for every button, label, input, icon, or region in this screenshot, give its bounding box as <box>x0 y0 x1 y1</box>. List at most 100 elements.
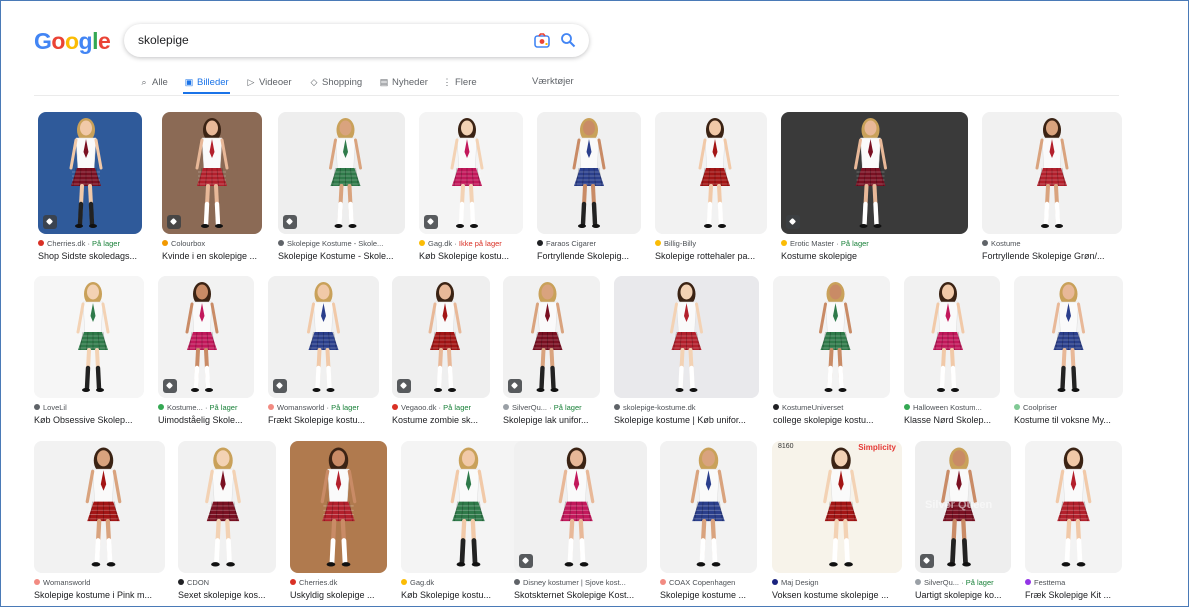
tab-all[interactable]: ⌕ Alle <box>139 75 167 89</box>
tab-images[interactable]: ▣ Billeder <box>184 75 229 89</box>
result-thumbnail[interactable] <box>268 276 379 398</box>
image-result[interactable]: Womansworld · På lager Frækt Skolepige ko… <box>268 276 379 428</box>
result-title[interactable]: Skolepige kostume ... <box>660 590 763 600</box>
result-source[interactable]: Halloween Kostum... <box>904 403 1006 412</box>
result-title[interactable]: Skolepige kostume | Køb unifor... <box>614 415 765 425</box>
image-result[interactable]: Erotic Master · På lager Kostume skolepig… <box>781 112 968 264</box>
google-logo[interactable]: Google <box>34 28 111 55</box>
result-title[interactable]: Skolepige rottehaler pa... <box>655 251 773 261</box>
result-title[interactable]: Sexet skolepige kos... <box>178 590 282 600</box>
result-title[interactable]: Klasse Nørd Skolep... <box>904 415 1006 425</box>
image-result[interactable]: Skolepige Kostume - Skole... Skolepige Ko… <box>278 112 405 264</box>
result-thumbnail[interactable] <box>38 112 142 234</box>
camera-lens-icon[interactable] <box>534 33 550 48</box>
result-title[interactable]: Skolepige kostume i Pink m... <box>34 590 171 600</box>
result-source[interactable]: skolepige-kostume.dk <box>614 403 765 412</box>
result-source[interactable]: Faraos Cigarer <box>537 239 647 248</box>
result-thumbnail[interactable] <box>392 276 490 398</box>
image-result[interactable]: Vegaoo.dk · På lager Kostume zombie sk... <box>392 276 490 428</box>
result-source[interactable]: Womansworld · På lager <box>268 403 385 412</box>
result-source[interactable]: Festtema <box>1025 578 1128 587</box>
image-result[interactable]: COAX Copenhagen Skolepige kostume ... <box>660 441 757 603</box>
result-thumbnail[interactable] <box>537 112 641 234</box>
result-title[interactable]: Skolepige Kostume - Skole... <box>278 251 411 261</box>
result-source[interactable]: Kostume... · På lager <box>158 403 260 412</box>
result-source[interactable]: Disney kostumer | Sjove kost... <box>514 578 653 587</box>
result-title[interactable]: Kvinde i en skolepige ... <box>162 251 268 261</box>
result-source[interactable]: Kostume <box>982 239 1128 248</box>
result-source[interactable]: COAX Copenhagen <box>660 578 763 587</box>
result-source[interactable]: Billig-Billy <box>655 239 773 248</box>
image-result[interactable]: Cherries.dk Uskyldig skolepige ... <box>290 441 387 603</box>
result-thumbnail[interactable] <box>503 276 600 398</box>
image-result[interactable]: Gag.dk Køb Skolepige kostu... <box>401 441 528 603</box>
image-result[interactable]: Billig-Billy Skolepige rottehaler pa... <box>655 112 767 264</box>
result-source[interactable]: Colourbox <box>162 239 268 248</box>
image-result[interactable]: Colourbox Kvinde i en skolepige ... <box>162 112 262 264</box>
result-source[interactable]: Maj Design <box>772 578 908 587</box>
tab-more[interactable]: ⋮ Flere <box>442 75 477 89</box>
result-title[interactable]: Uskyldig skolepige ... <box>290 590 393 600</box>
result-thumbnail[interactable]: Silver Queen <box>915 441 1011 573</box>
result-thumbnail[interactable] <box>1014 276 1123 398</box>
tab-videos[interactable]: ▷ Videoer <box>246 75 292 89</box>
search-icon[interactable] <box>560 32 576 48</box>
image-result[interactable]: skolepige-kostume.dk Skolepige kostume | … <box>614 276 759 428</box>
result-thumbnail[interactable] <box>514 441 647 573</box>
result-title[interactable]: Fortryllende Skolepig... <box>537 251 647 261</box>
image-result[interactable]: Festtema Fræk Skolepige Kit ... <box>1025 441 1122 603</box>
result-title[interactable]: Voksen kostume skolepige ... <box>772 590 908 600</box>
result-thumbnail[interactable] <box>401 441 528 573</box>
result-title[interactable]: Køb Skolepige kostu... <box>419 251 529 261</box>
result-title[interactable]: Uartigt skolepige ko... <box>915 590 1017 600</box>
image-result[interactable]: Cherries.dk · På lager Shop Sidste skoled… <box>38 112 142 264</box>
result-title[interactable]: Skotskternet Skolepige Kost... <box>514 590 653 600</box>
result-title[interactable]: Køb Obsessive Skolep... <box>34 415 150 425</box>
result-source[interactable]: SilverQu... · På lager <box>503 403 606 412</box>
image-result[interactable]: Womansworld Skolepige kostume i Pink m... <box>34 441 165 603</box>
result-thumbnail[interactable] <box>1025 441 1122 573</box>
result-thumbnail[interactable] <box>34 441 165 573</box>
result-source[interactable]: SilverQu... · På lager <box>915 578 1017 587</box>
result-thumbnail[interactable] <box>773 276 890 398</box>
result-title[interactable]: Skolepige lak unifor... <box>503 415 606 425</box>
result-source[interactable]: Vegaoo.dk · På lager <box>392 403 496 412</box>
result-title[interactable]: Kostume zombie sk... <box>392 415 496 425</box>
result-source[interactable]: Skolepige Kostume - Skole... <box>278 239 411 248</box>
result-source[interactable]: Coolpriser <box>1014 403 1129 412</box>
result-title[interactable]: college skolepige kostu... <box>773 415 896 425</box>
result-title[interactable]: Fortryllende Skolepige Grøn/... <box>982 251 1128 261</box>
result-source[interactable]: Erotic Master · På lager <box>781 239 974 248</box>
tab-news[interactable]: ▤ Nyheder <box>379 75 428 89</box>
result-thumbnail[interactable] <box>290 441 387 573</box>
result-title[interactable]: Kostume skolepige <box>781 251 974 261</box>
image-result[interactable]: KostumeUniverset college skolepige kostu.… <box>773 276 890 428</box>
image-result[interactable]: Kostume... · På lager Uimodståelig Skole.… <box>158 276 254 428</box>
result-thumbnail[interactable] <box>781 112 968 234</box>
image-result[interactable]: Halloween Kostum... Klasse Nørd Skolep... <box>904 276 1000 428</box>
tab-shopping[interactable]: ◇ Shopping <box>309 75 363 89</box>
result-thumbnail[interactable] <box>278 112 405 234</box>
search-input[interactable] <box>138 29 518 51</box>
result-source[interactable]: Cherries.dk <box>290 578 393 587</box>
image-result[interactable]: LoveLil Køb Obsessive Skolep... <box>34 276 144 428</box>
image-result[interactable]: Coolpriser Kostume til voksne My... <box>1014 276 1123 428</box>
result-thumbnail[interactable] <box>419 112 523 234</box>
image-result[interactable]: Simplicity 8160 Maj Design Voksen kostume s… <box>772 441 902 603</box>
result-thumbnail[interactable] <box>655 112 767 234</box>
result-title[interactable]: Frækt Skolepige kostu... <box>268 415 385 425</box>
tools-button[interactable]: Værktøjer <box>532 75 574 89</box>
result-source[interactable]: LoveLil <box>34 403 150 412</box>
result-title[interactable]: Fræk Skolepige Kit ... <box>1025 590 1128 600</box>
result-title[interactable]: Shop Sidste skoledags... <box>38 251 148 261</box>
image-result[interactable]: Disney kostumer | Sjove kost... Skotskter… <box>514 441 647 603</box>
result-thumbnail[interactable] <box>660 441 757 573</box>
result-source[interactable]: Womansworld <box>34 578 171 587</box>
result-thumbnail[interactable] <box>178 441 276 573</box>
result-thumbnail[interactable] <box>34 276 144 398</box>
result-thumbnail[interactable] <box>162 112 262 234</box>
result-thumbnail[interactable] <box>904 276 1000 398</box>
image-result[interactable]: Gag.dk · Ikke på lager Køb Skolepige kost… <box>419 112 523 264</box>
result-source[interactable]: Gag.dk · Ikke på lager <box>419 239 529 248</box>
result-title[interactable]: Kostume til voksne My... <box>1014 415 1129 425</box>
